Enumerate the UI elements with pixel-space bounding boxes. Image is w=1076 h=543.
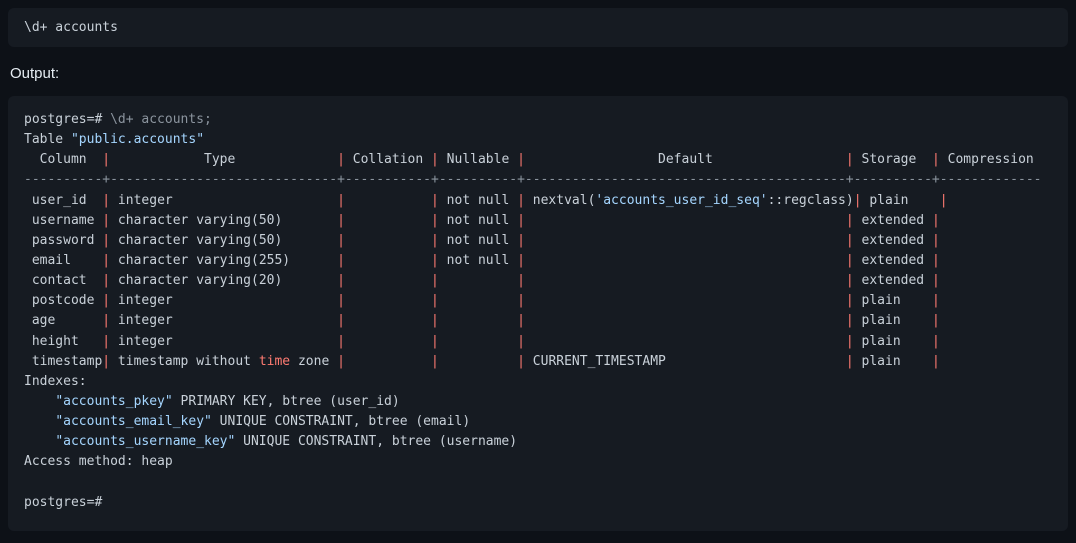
output-label: Output: bbox=[10, 65, 1068, 82]
command-block: \d+ accounts bbox=[8, 8, 1068, 47]
terminal-output[interactable]: postgres=# \d+ accounts; Table "public.a… bbox=[8, 96, 1068, 531]
command-text: \d+ accounts bbox=[24, 20, 118, 35]
